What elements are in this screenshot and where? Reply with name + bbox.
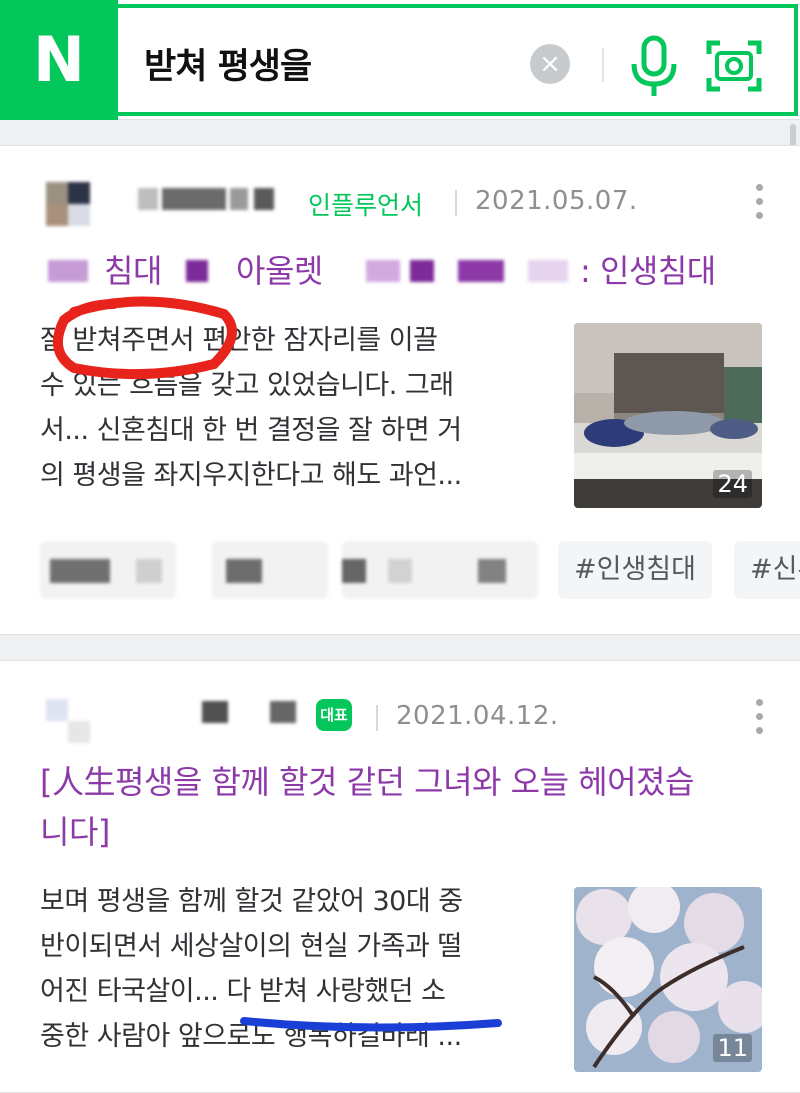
result-thumbnail[interactable]: 24: [574, 323, 762, 508]
logo-letter: N: [33, 23, 85, 96]
naver-logo[interactable]: N: [0, 0, 118, 120]
author-name[interactable]: [118, 188, 278, 212]
result-title[interactable]: [人生평생을 함께 할것 같던 그녀와 오늘 헤어졌습 니다]: [40, 757, 780, 857]
snippet-line: 서... 신혼침대 한 번 결정을 잘 하면 거: [40, 415, 462, 446]
image-count: 11: [713, 1034, 752, 1062]
mic-icon[interactable]: [624, 34, 684, 98]
title-segment: 아울렛: [236, 252, 323, 290]
search-input[interactable]: 받쳐 평생을 ×: [118, 4, 798, 116]
post-date: 2021.05.07.: [475, 186, 638, 216]
result-card[interactable]: 대표 2021.04.12. [人生평생을 함께 할것 같던 그녀와 오늘 헤어…: [0, 660, 800, 1093]
tag-chip[interactable]: [212, 541, 328, 599]
snippet-line: 어진 타국살이... 다 받쳐 사랑했던 소: [40, 976, 446, 1007]
meta-divider: [455, 190, 457, 216]
result-snippet: 잘 받쳐주면서 편안한 잠자리를 이끌 수 있는 흐름을 갖고 있었습니다. 그…: [40, 318, 540, 498]
representative-badge: 대표: [316, 699, 352, 731]
avatar[interactable]: [46, 699, 92, 745]
tag-chip[interactable]: #신혼: [734, 541, 800, 599]
tag-row: #인생침대 #신혼: [40, 541, 800, 601]
author-name[interactable]: [180, 701, 300, 725]
snippet-line: 중한 사람아 앞으로도 행복하길바래 ...: [40, 1021, 462, 1052]
avatar[interactable]: [46, 182, 92, 228]
snippet-line: 의 평생을 좌지우지한다고 해도 과언...: [40, 460, 462, 491]
title-segment: 침대: [104, 252, 162, 290]
search-query-text[interactable]: 받쳐 평생을: [144, 38, 312, 89]
snippet-line: 수 있는 흐름을 갖고 있었습니다. 그래: [40, 370, 454, 401]
source-label[interactable]: 인플루언서: [308, 186, 423, 222]
search-divider: [602, 48, 604, 82]
title-line: 니다]: [40, 813, 110, 851]
camera-lens-icon[interactable]: [706, 40, 762, 92]
post-date: 2021.04.12.: [396, 701, 559, 731]
clear-icon[interactable]: ×: [530, 44, 570, 84]
more-options-icon[interactable]: [752, 184, 766, 228]
snippet-line: 잘 받쳐주면서 편안한 잠자리를 이끌: [40, 325, 438, 356]
result-title[interactable]: 침대 아울렛 : 인생침대: [40, 246, 760, 296]
result-snippet: 보며 평생을 함께 할것 같았어 30대 중 반이되면서 세상살이의 현실 가족…: [40, 879, 540, 1059]
search-header: N 받쳐 평생을 ×: [0, 0, 800, 120]
tag-chip[interactable]: #인생침대: [558, 541, 712, 599]
title-segment: : 인생침대: [580, 252, 716, 290]
result-card[interactable]: 인플루언서 2021.05.07. 침대 아울렛 : 인생침대 잘 받쳐주면서 …: [0, 145, 800, 635]
snippet-line: 보며 평생을 함께 할것 같았어 30대 중: [40, 886, 463, 917]
title-line: [人生평생을 함께 할것 같던 그녀와 오늘 헤어졌습: [40, 763, 694, 801]
meta-divider: [376, 705, 378, 731]
search-results-page: N 받쳐 평생을 × 인플루언서 2021.05.07. 침대 아울렛: 인생…: [0, 0, 800, 1093]
snippet-line: 반이되면서 세상살이의 현실 가족과 떨: [40, 931, 462, 962]
more-options-icon[interactable]: [752, 699, 766, 743]
result-thumbnail[interactable]: 11: [574, 887, 762, 1072]
tag-chip[interactable]: [342, 541, 538, 599]
image-count: 24: [713, 470, 752, 498]
tag-chip[interactable]: [40, 541, 176, 599]
